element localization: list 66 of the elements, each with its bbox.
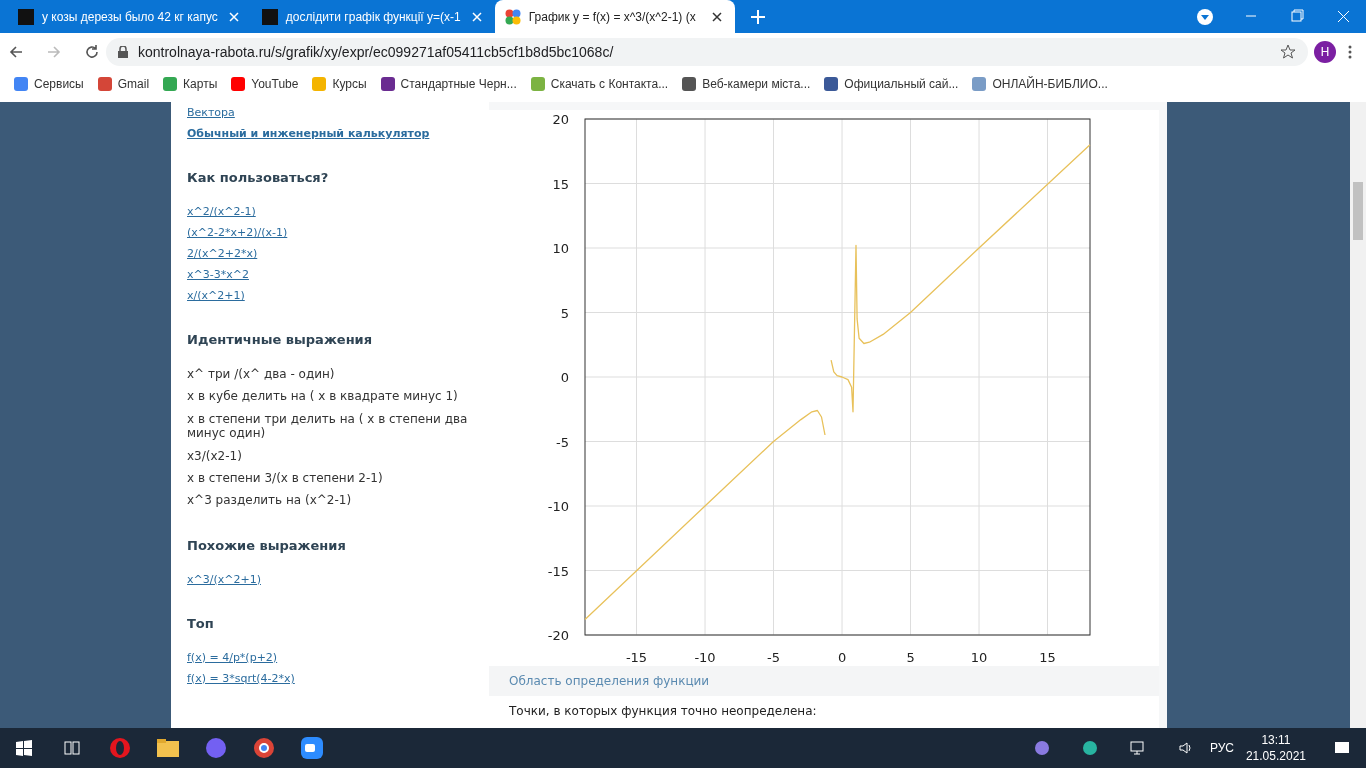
y-tick-label: -15: [547, 563, 569, 579]
y-tick-label: -5: [556, 434, 569, 450]
url-text: kontrolnaya-rabota.ru/s/grafik/xy/expr/ec099271af05411cb5cf1b8d5bc1068c/: [138, 43, 614, 60]
expression-text: x^3 разделить на (x^2-1): [187, 493, 353, 508]
expression-text: x в степени 3/(x в степени 2-1): [187, 470, 384, 486]
expression-text: x3/(x2-1): [187, 448, 243, 463]
x-tick-label: 15: [1039, 650, 1056, 665]
domain-text: Точки, в которых функция точно неопределена:: [489, 696, 1159, 728]
expression-text: x в кубе делить на ( x в квадрате минус 1): [187, 389, 459, 404]
y-tick-label: 0: [560, 370, 569, 385]
bookmark[interactable]: Скачать с Контакта...: [530, 76, 669, 91]
expression-link[interactable]: x/(x^2+1): [187, 289, 245, 302]
profile-avatar[interactable]: Н: [1314, 40, 1336, 63]
section-heading: Топ: [187, 615, 215, 631]
tab-title: дослідити графік функції y=(x-1: [285, 9, 461, 24]
y-tick-label: 15: [552, 176, 569, 192]
expression-link[interactable]: x^2/(x^2-1): [187, 205, 256, 218]
browser-tab[interactable]: дослідити графік функції y=(x-1: [251, 0, 495, 33]
expression-link[interactable]: 2/(x^2+2*x): [187, 247, 258, 260]
tab-title: График y = f(x) = x^3/(x^2-1) (x: [528, 9, 697, 24]
browser-tab[interactable]: График y = f(x) = x^3/(x^2-1) (x: [494, 0, 735, 33]
clock[interactable]: 13:11 21.05.2021: [1245, 732, 1306, 764]
bookmark[interactable]: Официальный сай...: [824, 76, 959, 91]
expression-link[interactable]: f(x) = 4/p*(p+2): [187, 650, 278, 664]
bookmark[interactable]: Сервисы: [14, 76, 84, 91]
bookmark[interactable]: YouTube: [231, 76, 299, 91]
x-tick-label: 0: [837, 650, 847, 665]
x-tick-label: 10: [970, 650, 988, 665]
expression-link[interactable]: x^3-3*x^2: [187, 268, 249, 281]
x-tick-label: -10: [694, 650, 716, 665]
site-icon: [504, 8, 521, 25]
expression-text: x^ три /(x^ два - один): [187, 367, 336, 382]
tab-title: у козы дерезы было 42 кг капус: [42, 9, 218, 24]
bookmark[interactable]: ОНЛАЙН-БИБЛИО...: [972, 76, 1108, 91]
sidebar-link[interactable]: Вектора: [187, 106, 489, 119]
sidebar-link[interactable]: Обычный и инженерный калькулятор: [187, 127, 489, 140]
reload-icon[interactable]: [84, 43, 100, 60]
x-tick-label: 5: [906, 650, 915, 665]
language-indicator[interactable]: РУС: [1209, 741, 1234, 755]
x-tick-label: -5: [767, 650, 780, 665]
back-icon[interactable]: [8, 43, 24, 60]
expression-text: x в степени три делить на ( x в степени два минус один): [187, 411, 469, 441]
scrollbar[interactable]: [1350, 102, 1366, 728]
expression-link[interactable]: f(x) = 3*sqrt(4-2*x): [187, 671, 295, 685]
x-tick-label: -15: [625, 650, 648, 665]
y-tick-label: 20: [552, 112, 569, 127]
bookmark[interactable]: Курсы: [312, 76, 367, 91]
bookmark[interactable]: Стандартные Черн...: [380, 76, 517, 91]
expression-link[interactable]: (x^2-2*x+2)/(x-1): [187, 226, 288, 239]
section-heading: Идентичные выражения: [187, 332, 374, 347]
y-tick-label: -10: [547, 499, 569, 514]
browser-tab[interactable]: у козы дерезы было 42 кг капус: [8, 0, 252, 33]
lock-icon: [118, 45, 128, 58]
section-heading: Как пользоваться?: [187, 170, 330, 185]
y-tick-label: -20: [547, 628, 569, 643]
bookmark[interactable]: Gmail: [97, 76, 150, 91]
y-tick-label: 5: [560, 305, 569, 321]
section-heading: Похожие выражения: [187, 537, 347, 553]
address-bar[interactable]: kontrolnaya-rabota.ru/s/grafik/xy/expr/ec099271af05411cb5cf1b8d5bc1068c/: [106, 37, 1308, 66]
star-icon[interactable]: [1280, 43, 1296, 60]
site-icon: [18, 8, 34, 25]
bookmark[interactable]: Карты: [163, 76, 218, 91]
site-icon: [261, 8, 278, 25]
bookmark[interactable]: Веб-камери міста...: [682, 76, 811, 91]
y-tick-label: 10: [552, 241, 569, 256]
expression-link[interactable]: x^3/(x^2+1): [187, 572, 261, 586]
